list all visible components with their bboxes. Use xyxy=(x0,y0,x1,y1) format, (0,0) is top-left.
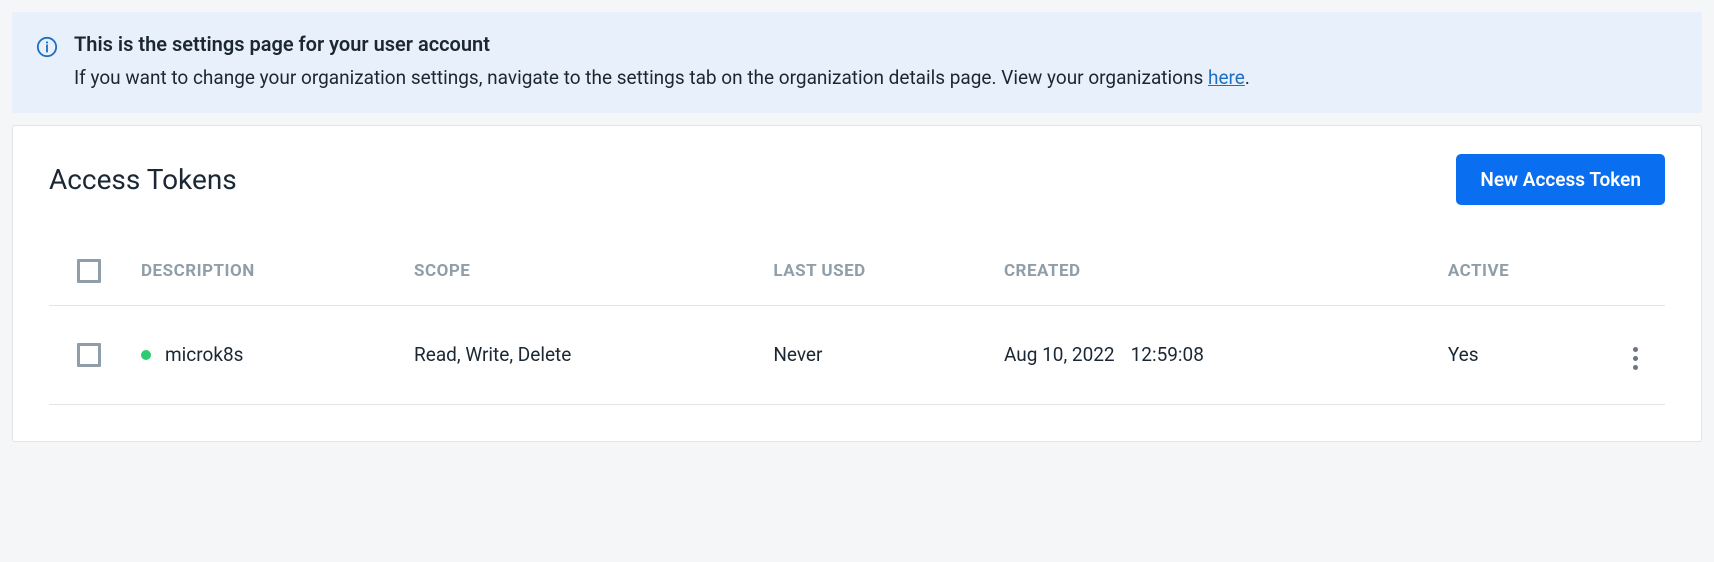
row-checkbox[interactable] xyxy=(77,343,101,367)
info-icon xyxy=(36,32,58,58)
banner-title: This is the settings page for your user … xyxy=(74,32,1678,56)
select-all-checkbox[interactable] xyxy=(77,259,101,283)
token-active: Yes xyxy=(1436,305,1605,404)
header-last-used: LAST USED xyxy=(761,241,992,306)
access-tokens-card: Access Tokens New Access Token DESCRIPTI… xyxy=(12,125,1702,442)
header-created: CREATED xyxy=(992,241,1436,306)
organizations-link[interactable]: here xyxy=(1208,66,1245,89)
row-actions-menu-icon[interactable] xyxy=(1627,341,1644,376)
banner-suffix: . xyxy=(1245,66,1250,89)
banner-subtitle-text: If you want to change your organization … xyxy=(74,66,1208,89)
header-description: DESCRIPTION xyxy=(129,241,402,306)
banner-subtitle: If you want to change your organization … xyxy=(74,64,1678,93)
tokens-table: DESCRIPTION SCOPE LAST USED CREATED ACTI… xyxy=(49,241,1665,405)
info-banner: This is the settings page for your user … xyxy=(12,12,1702,113)
token-created-time: 12:59:08 xyxy=(1131,343,1204,366)
header-active: ACTIVE xyxy=(1436,241,1605,306)
token-created-date: Aug 10, 2022 xyxy=(1004,343,1115,366)
new-access-token-button[interactable]: New Access Token xyxy=(1456,154,1665,205)
table-row: microk8s Read, Write, Delete Never Aug 1… xyxy=(49,305,1665,404)
token-scope: Read, Write, Delete xyxy=(402,305,761,404)
status-dot-icon xyxy=(141,350,151,360)
token-last-used: Never xyxy=(761,305,992,404)
token-description: microk8s xyxy=(165,343,243,366)
card-title: Access Tokens xyxy=(49,163,237,196)
header-scope: SCOPE xyxy=(402,241,761,306)
